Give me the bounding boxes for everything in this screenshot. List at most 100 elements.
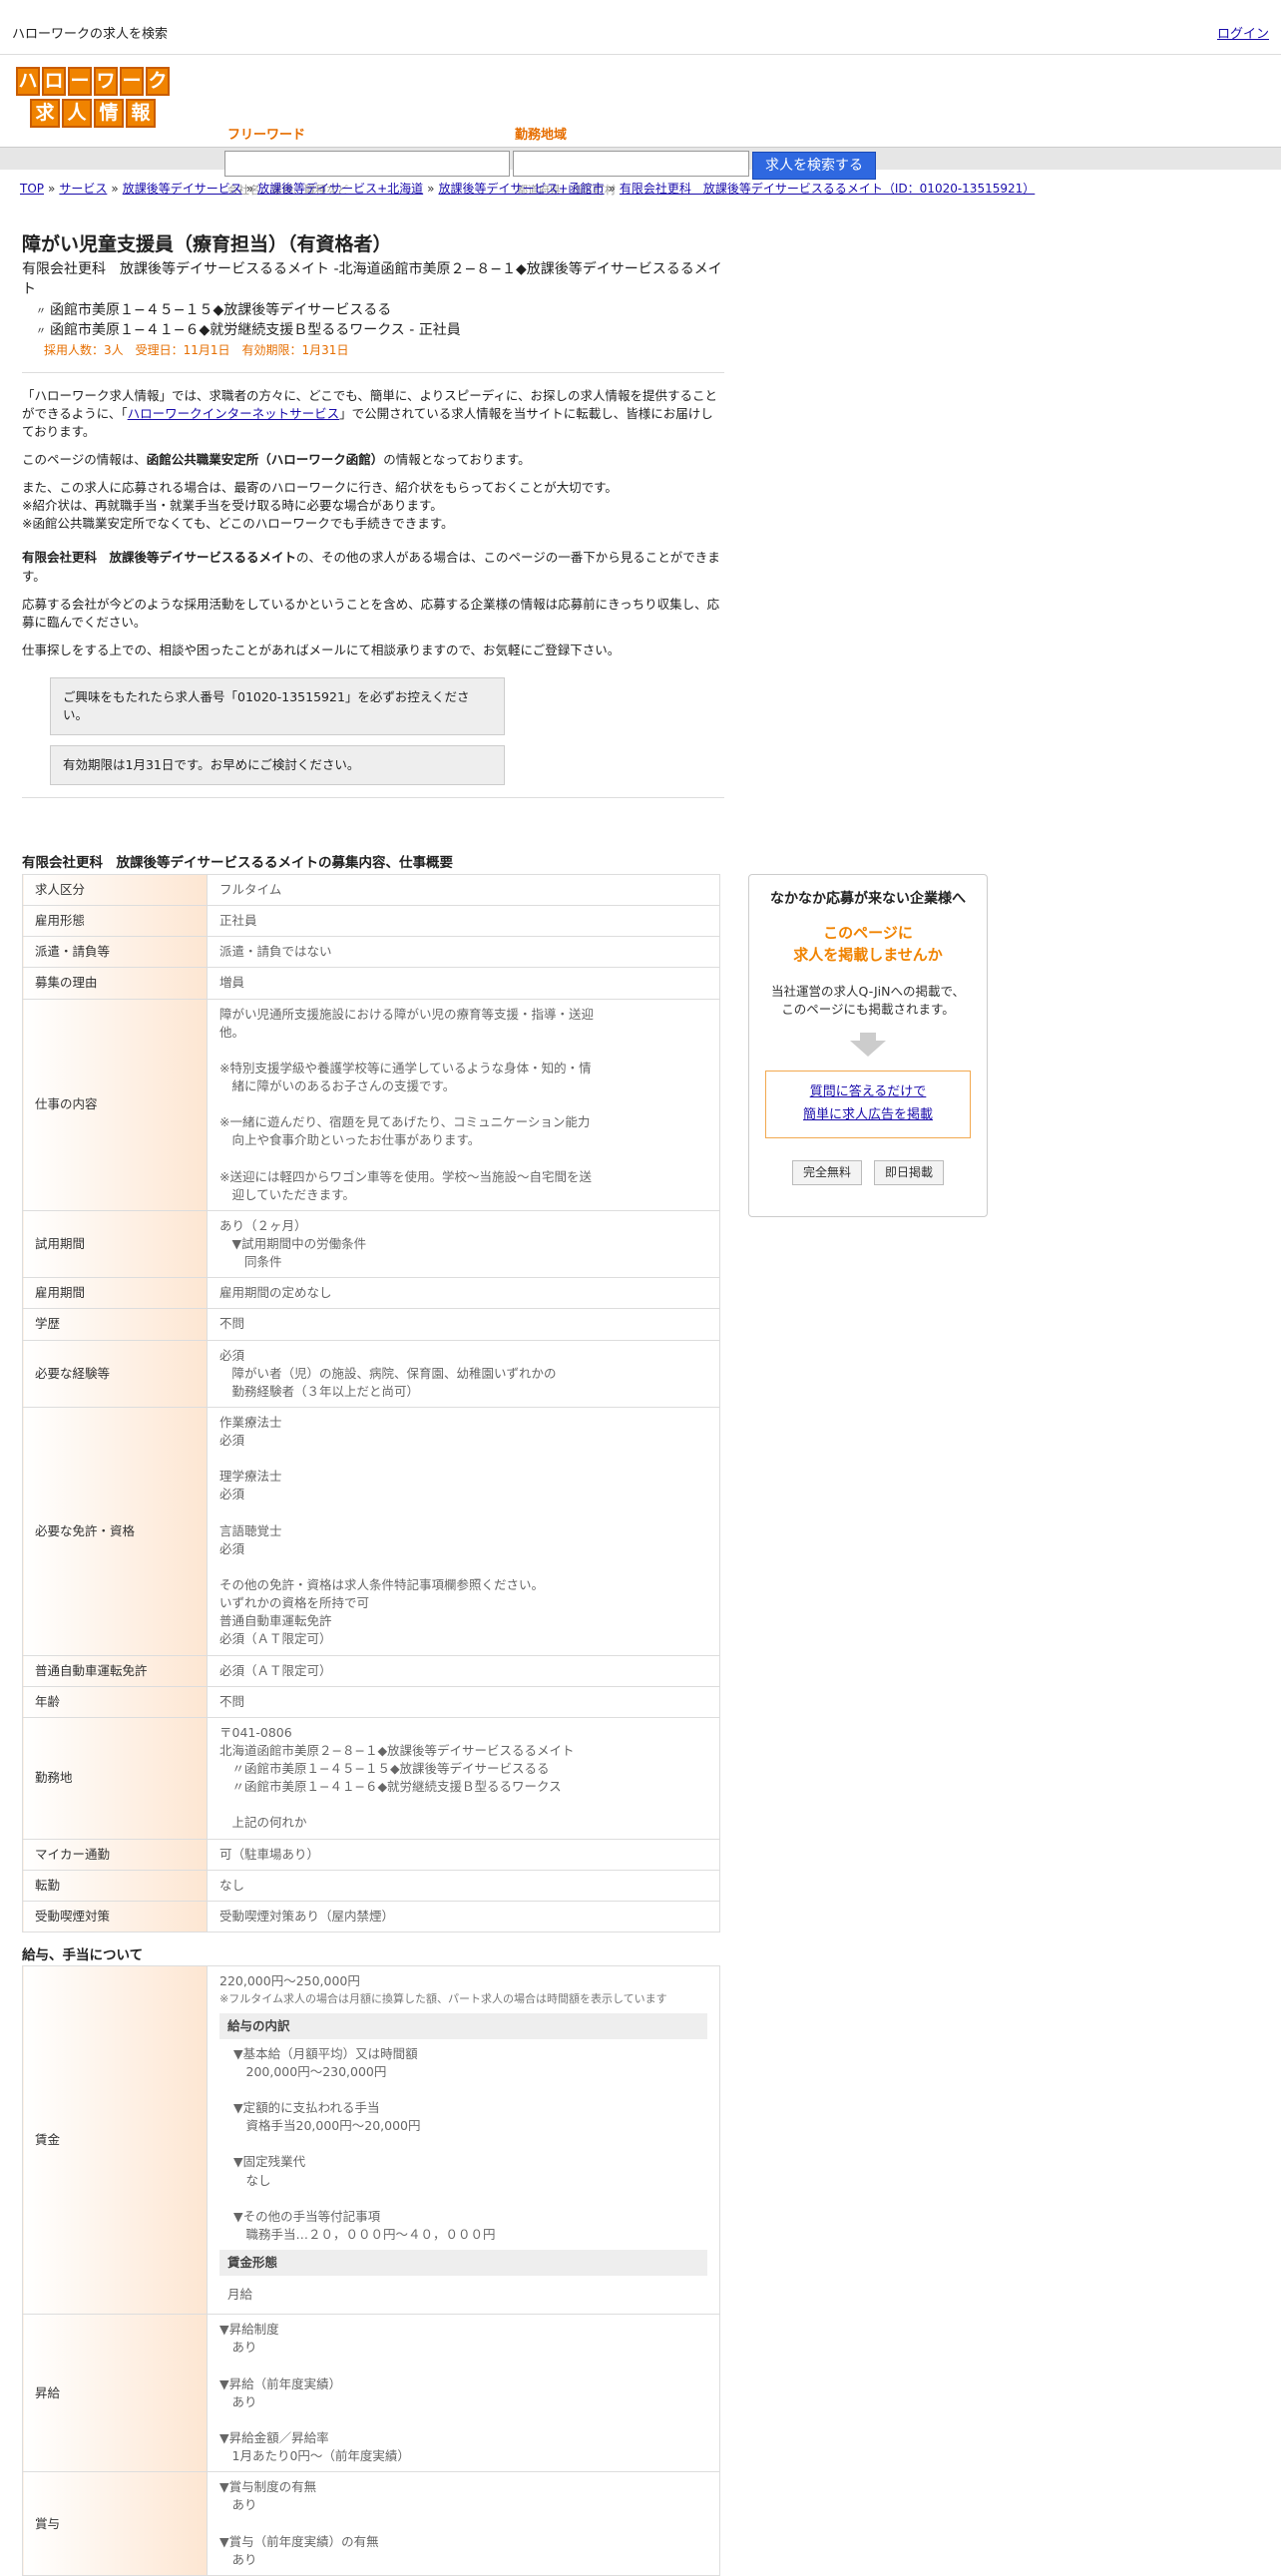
job-title: 障がい児童支援員（療育担当）（有資格者）	[22, 233, 392, 255]
value-line: 北海道函館市美原２−８−１◆放課後等デイサービスるるメイト	[219, 1742, 575, 1758]
value-line: 必須	[219, 1487, 245, 1503]
table-row: 雇用期間 雇用期間の定めなし	[22, 1277, 720, 1310]
site-title: ハローワークの求人を検索	[12, 27, 169, 42]
site-logo[interactable]: ハローワーク 求人情報	[4, 67, 182, 128]
value-line: なし	[233, 2172, 271, 2188]
notice-expiry: 有効期限は1月31日です。お早めにご検討ください。	[50, 745, 505, 786]
value-line: ※一緒に遊んだり、宿題を見てあげたり、コミュニケーション能力	[219, 1114, 591, 1130]
row-value: 雇用期間の定めなし	[207, 1277, 720, 1310]
intro-paragraph-5: 応募する会社が今どのような採用活動をしているかということを含め、応募する企業様の…	[22, 596, 720, 630]
intro-paragraph-2: このページの情報は、函館公共職業安定所（ハローワーク函館）の情報となっております…	[22, 451, 531, 467]
value-line: ▼その他の手当等付記事項	[233, 2208, 381, 2224]
value-line	[219, 1150, 707, 1168]
value-line: 必須（ＡＴ限定可）	[219, 1631, 332, 1647]
table-row: 雇用形態 正社員	[22, 905, 720, 938]
ad-link-box: 質問に答えるだけで 簡単に求人広告を掲載	[765, 1071, 971, 1138]
job-meta: 採用人数：3人 受理日：11月1日 有効期限：1月31日	[44, 343, 349, 358]
value-line: ▼昇給（前年度実績）	[219, 2375, 342, 2391]
row-value: フルタイム	[207, 874, 720, 907]
overview-title: 有限会社更科 放課後等デイサービスるるメイトの募集内容、仕事概要	[22, 855, 453, 872]
breakdown-list: ▼基本給（月額平均）又は時間額 200,000円〜230,000円 ▼定額的に支…	[219, 2045, 707, 2244]
ad-heading: なかなか応募が来ない企業様へ	[770, 891, 966, 907]
value-line: 作業療法士	[219, 1414, 282, 1430]
breakdown-heading: 給与の内訳	[219, 2012, 707, 2039]
row-label: 転勤	[22, 1869, 208, 1902]
breadcrumb-link[interactable]: 放課後等デイサービス+北海道	[257, 182, 423, 196]
value-line: 正社員	[219, 913, 257, 929]
logo-char: ー	[68, 67, 92, 96]
value-line: 向上や食事介助といったお仕事があります。	[219, 1132, 481, 1148]
value-line: 障がい者（児）の施設、病院、保育園、幼稚園いずれかの	[219, 1365, 557, 1381]
value-line: 必須	[219, 1540, 245, 1556]
hellowork-internet-link[interactable]: ハローワークインターネットサービス	[128, 406, 340, 421]
value-line: 可（駐車場あり）	[219, 1846, 320, 1862]
row-value: 障がい児通所支援施設における障がい児の療育等支援・指導・送迎 他。 ※特別支援学級…	[207, 998, 720, 1211]
logo-char: 求	[30, 99, 60, 128]
value-line: 受動喫煙対策あり（屋内禁煙）	[219, 1908, 395, 1924]
value-line: ▼固定残業代	[233, 2154, 306, 2170]
freeword-input[interactable]	[224, 151, 510, 177]
table-row: 普通自動車運転免許 必須（ＡＴ限定可）	[22, 1654, 720, 1687]
row-label: 募集の理由	[22, 967, 208, 1000]
notice-job-number: ご興味をもたれたら求人番号「01020-13515921」を必ずお控えください。	[50, 677, 505, 736]
top-bar: ハローワークの求人を検索 ログイン	[0, 0, 1281, 55]
logo-char: ー	[120, 67, 144, 96]
row-value: あり（２ヶ月） ▼試用期間中の労働条件 同条件	[207, 1209, 720, 1279]
row-label: 必要な経験等	[22, 1339, 208, 1408]
table-row: 賞与 ▼賞与制度の有無 あり ▼賞与（前年度実績）の有無 あり	[22, 2471, 720, 2576]
logo-char: ハ	[16, 67, 40, 96]
intro-paragraph-4: 有限会社更科 放課後等デイサービスるるメイトの、その他の求人がある場合は、このペ…	[22, 550, 720, 584]
row-label: 賞与	[22, 2471, 208, 2576]
main-content: 障がい児童支援員（療育担当）（有資格者） 有限会社更科 放課後等デイサービスるる…	[22, 231, 724, 2576]
breadcrumb-link[interactable]: 有限会社更科 放課後等デイサービスるるメイト（ID：01020-13515921…	[620, 182, 1035, 196]
value-line: あり	[219, 2340, 257, 2356]
row-value: 必須（ＡＴ限定可）	[207, 1654, 720, 1687]
table-row: 必要な免許・資格 作業療法士 必須 理学療法士 必須 言語聴覚士 必須 その他の免許・資…	[22, 1406, 720, 1656]
value-line	[219, 1450, 707, 1468]
table-row: 必要な経験等 必須 障がい者（児）の施設、病院、保育園、幼稚園いずれかの 勤務経験…	[22, 1339, 720, 1408]
address-line-1: 〃函館市美原１−４５−１５◆放課後等デイサービスるる	[36, 301, 392, 318]
row-value: 増員	[207, 967, 720, 1000]
value-line	[233, 2135, 707, 2153]
table-row: 求人区分 フルタイム	[22, 874, 720, 907]
row-label: 受動喫煙対策	[22, 1900, 208, 1932]
table-row: 募集の理由 増員	[22, 967, 720, 1000]
row-value: 派遣・請負ではない	[207, 936, 720, 969]
same-day-badge[interactable]: 即日掲載	[874, 1159, 945, 1186]
employer-ad-box: なかなか応募が来ない企業様へ このページに 求人を掲載しませんか 当社運営の求人Q…	[748, 874, 988, 1217]
area-input[interactable]	[513, 151, 749, 177]
ad-link-post[interactable]: 簡単に求人広告を掲載	[766, 1106, 970, 1125]
logo-char: 情	[94, 99, 124, 128]
ad-badges: 完全無料 即日掲載	[749, 1159, 987, 1186]
logo-char: 人	[62, 99, 92, 128]
value-line: 不問	[219, 1693, 245, 1709]
value-line: 不問	[219, 1316, 245, 1332]
breadcrumb-link[interactable]: TOP	[20, 182, 44, 196]
down-arrow-icon	[860, 1033, 876, 1042]
value-line: 上記の何れか	[219, 1815, 307, 1831]
area-label: 勤務地域	[515, 128, 568, 143]
table-row: 仕事の内容 障がい児通所支援施設における障がい児の療育等支援・指導・送迎 他。 ※特…	[22, 998, 720, 1211]
breadcrumb-link[interactable]: 放課後等デイサービス+函館市	[438, 182, 604, 196]
value-line	[219, 2515, 707, 2533]
login-link[interactable]: ログイン	[1217, 26, 1269, 45]
search-button[interactable]: 求人を検索する	[752, 152, 876, 180]
breadcrumb-separator: »	[427, 182, 435, 196]
breadcrumb-link[interactable]: 放課後等デイサービス	[123, 182, 242, 196]
ad-link-questions[interactable]: 質問に答えるだけで	[766, 1083, 970, 1102]
value-line: 普通自動車運転免許	[219, 1613, 332, 1629]
table-row: 昇給 ▼昇給制度 あり ▼昇給（前年度実績） あり ▼昇給金額／昇給率 1月あた…	[22, 2314, 720, 2473]
row-value: 〒041-0806 北海道函館市美原２−８−１◆放課後等デイサービスるるメイト 〃…	[207, 1716, 720, 1840]
value-line: 緒に障がいのあるお子さんの支援です。	[219, 1078, 456, 1094]
salary-table: 賃金 220,000円〜250,000円 ※フルタイム求人の場合は月額に換算した…	[22, 1965, 720, 2576]
value-line: 雇用期間の定めなし	[219, 1285, 332, 1301]
row-value: 220,000円〜250,000円 ※フルタイム求人の場合は月額に換算した額、パ…	[207, 1965, 720, 2316]
value-line	[233, 2081, 707, 2099]
value-line: 必須（ＡＴ限定可）	[219, 1662, 332, 1678]
row-label: 雇用期間	[22, 1277, 208, 1310]
row-value: なし	[207, 1869, 720, 1902]
logo-char: ワ	[94, 67, 118, 96]
value-line: 必須	[219, 1347, 245, 1363]
breadcrumb-link[interactable]: サービス	[59, 182, 107, 196]
free-badge[interactable]: 完全無料	[791, 1159, 862, 1186]
